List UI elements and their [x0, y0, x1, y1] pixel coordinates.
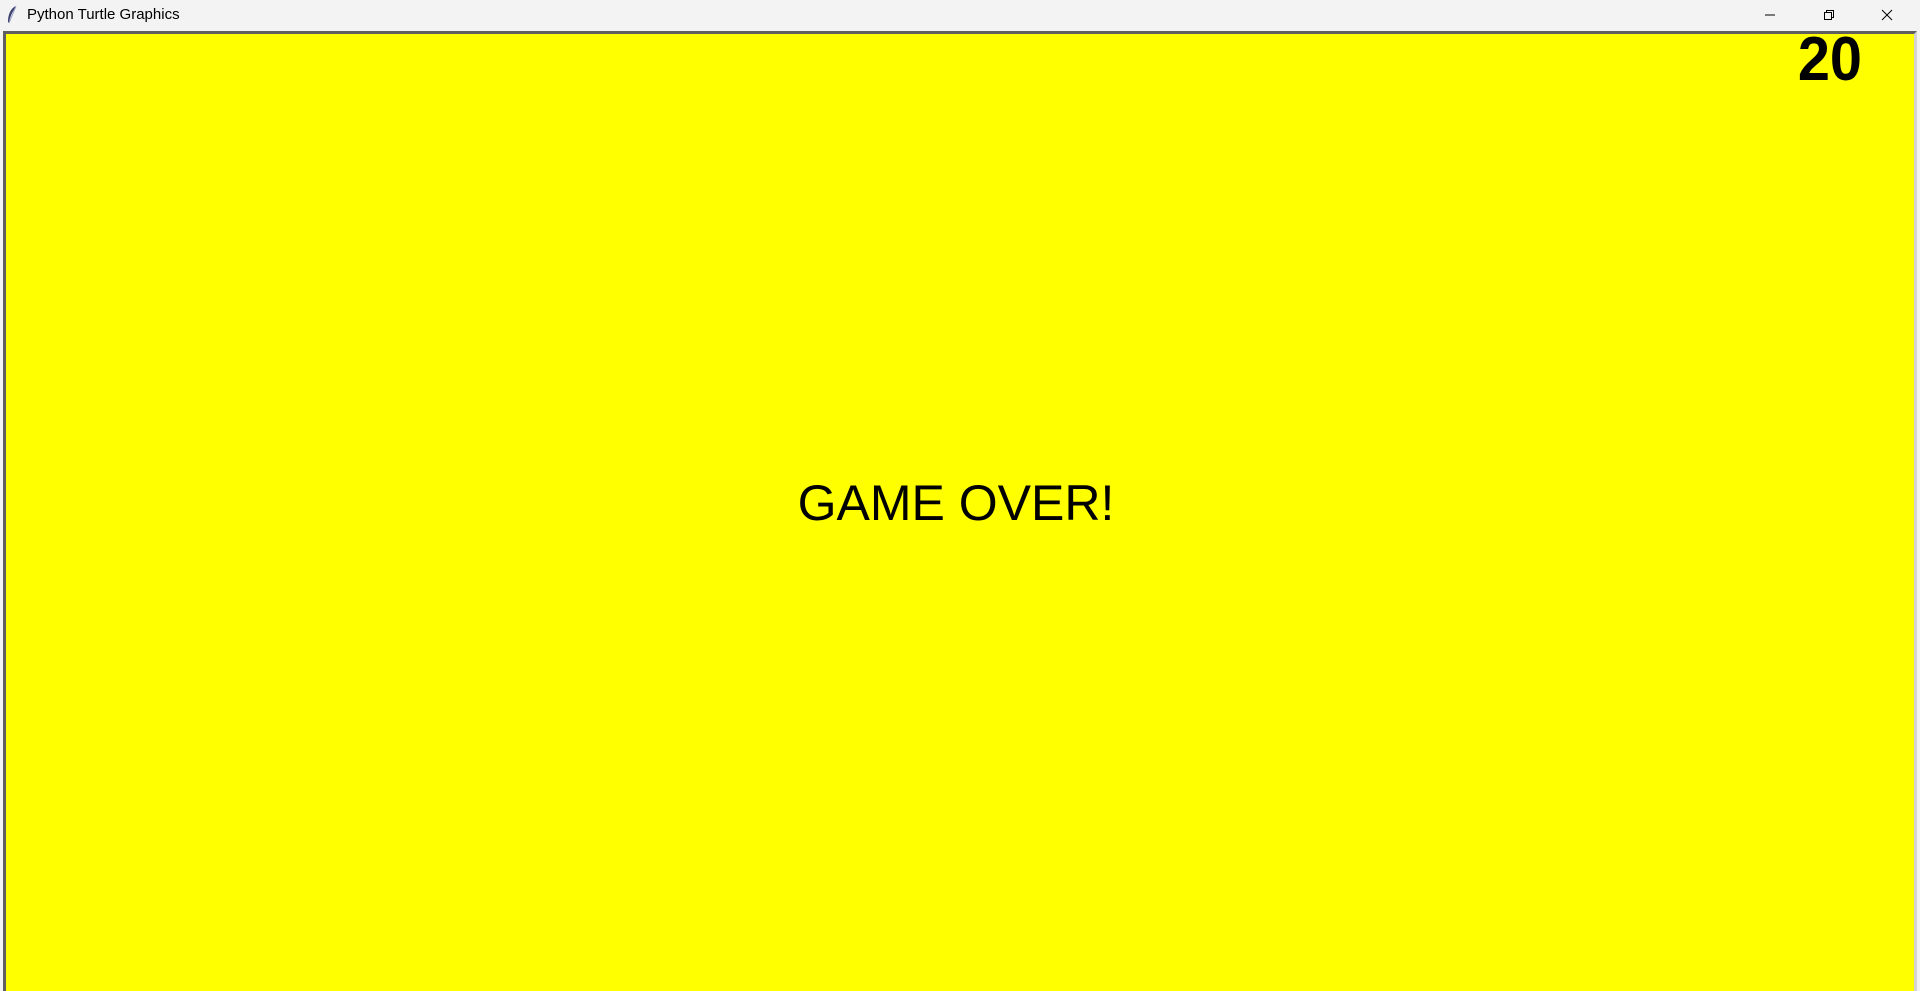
restore-icon [1824, 10, 1834, 20]
feather-icon [8, 5, 17, 24]
minimize-button[interactable] [1741, 0, 1799, 30]
close-icon [1881, 9, 1893, 21]
score-display: 20 [1797, 25, 1862, 94]
minimize-icon [1765, 14, 1775, 16]
title-bar[interactable]: Python Turtle Graphics [0, 0, 1920, 30]
turtle-window: Python Turtle Graphics 20 GAME OVER! [0, 0, 1920, 991]
close-button[interactable] [1858, 0, 1916, 30]
game-over-message: GAME OVER! [797, 475, 1115, 531]
window-title: Python Turtle Graphics [27, 6, 180, 23]
turtle-canvas[interactable]: 20 GAME OVER! [8, 25, 1914, 991]
turtle-canvas-frame: 20 GAME OVER! [3, 25, 1917, 991]
